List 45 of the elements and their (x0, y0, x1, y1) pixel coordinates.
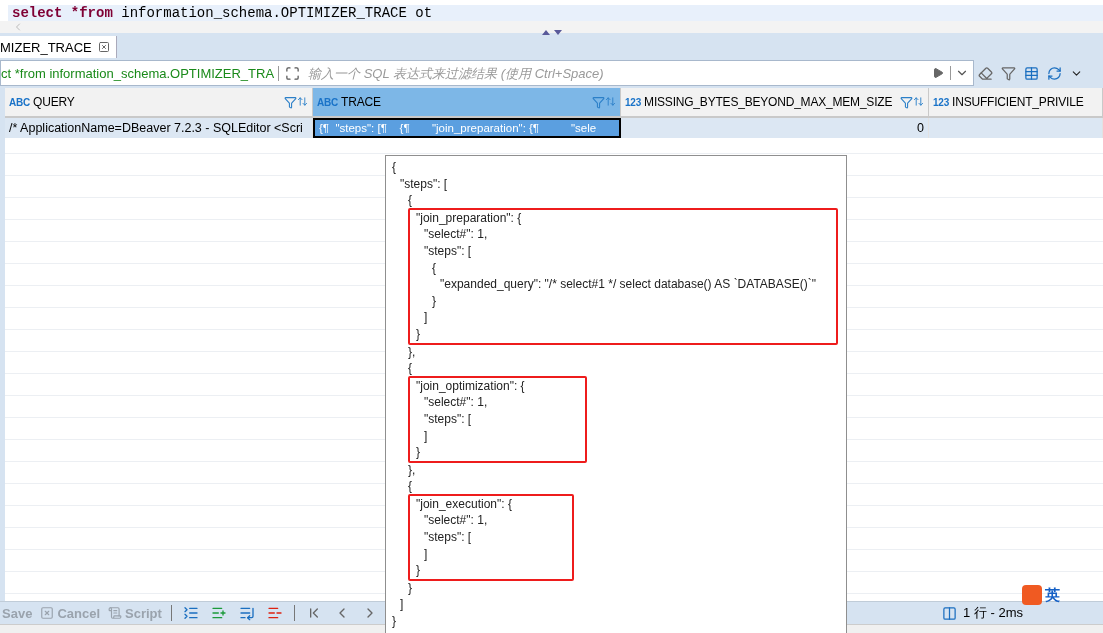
json-line: ] (423, 545, 429, 563)
json-line: { (407, 360, 413, 377)
expand-icon (285, 65, 301, 81)
json-line: ] (423, 427, 429, 445)
json-line: } (407, 579, 413, 597)
panel-icon (942, 605, 958, 621)
json-line: } (415, 444, 421, 461)
json-line: "steps": [ (423, 529, 473, 546)
json-line: "expanded_query": "/* select#1 */ select database() AS `DATABASE()`" (439, 276, 818, 293)
json-line: "select#": 1, (423, 512, 489, 530)
json-line: "steps": [ (399, 175, 449, 193)
script-icon (108, 606, 122, 620)
play-icon (932, 67, 944, 79)
json-line: "join_preparation": { (415, 209, 523, 227)
json-line: { (392, 159, 397, 176)
filter-sort-icon (900, 95, 924, 109)
json-line: { (407, 478, 413, 495)
json-line: "steps": [ (423, 242, 473, 260)
column-header[interactable]: ABC TRACE (313, 88, 621, 116)
json-line: } (415, 325, 421, 343)
result-tab[interactable]: MIZER_TRACE (0, 36, 117, 58)
sash-arrows-icon[interactable] (540, 28, 563, 36)
filter-sort-icon (592, 95, 616, 109)
close-icon (97, 41, 110, 53)
json-line: { (407, 192, 413, 209)
json-line: ] (423, 309, 429, 326)
ime-mode[interactable]: 英 (1045, 585, 1060, 605)
json-line: "join_optimization": { (415, 377, 525, 395)
json-line: } (392, 613, 397, 630)
json-line: } (431, 292, 437, 310)
table-cell[interactable]: 0 (621, 118, 929, 138)
json-line: { (431, 259, 437, 277)
json-line: "select#": 1, (423, 394, 489, 411)
query-text: ct *from information_schema.OPTIMIZER_TRA (1, 65, 280, 81)
json-line: "select#": 1, (423, 226, 489, 243)
json-line: }, (407, 343, 417, 361)
json-line: "join_execution": { (415, 495, 512, 513)
json-line: "steps": [ (423, 410, 473, 428)
filter-sort-icon (284, 95, 308, 109)
cancel-icon (40, 606, 55, 620)
json-line: ] (399, 596, 405, 614)
dropdown-icon (950, 66, 969, 80)
status-text: 1 行 - 2ms (963, 604, 1023, 622)
json-line: } (415, 562, 421, 579)
json-line: }, (407, 461, 417, 479)
